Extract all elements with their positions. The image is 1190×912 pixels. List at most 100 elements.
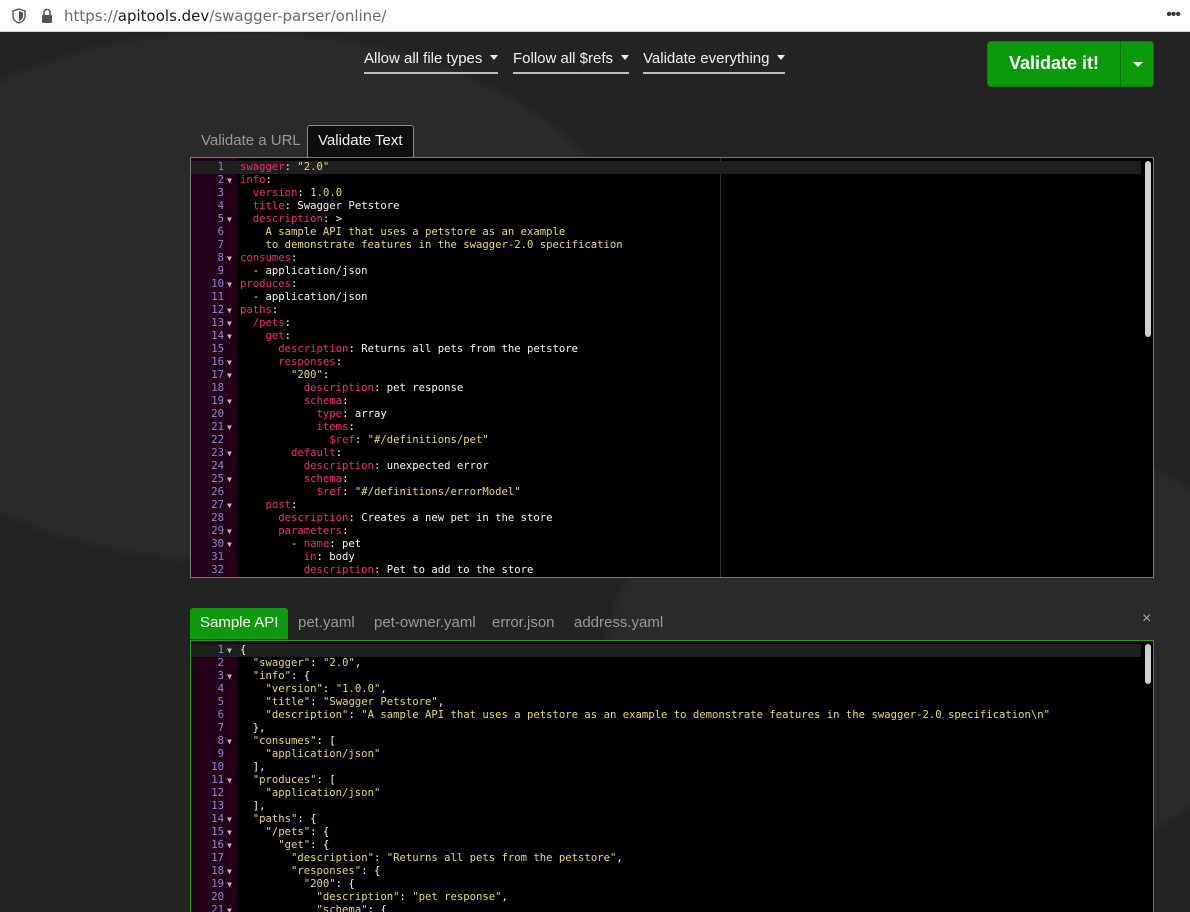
shield-icon[interactable] — [12, 8, 26, 24]
code-line[interactable]: 2 "swagger": "2.0", — [191, 657, 1141, 670]
tab-pet-owner-yaml[interactable]: pet-owner.yaml — [374, 614, 476, 631]
code-line[interactable]: 20 type: array — [191, 408, 1141, 421]
code-line[interactable]: 17 "description": "Returns all pets from… — [191, 852, 1141, 865]
fold-arrow-icon[interactable]: ▼ — [227, 839, 232, 852]
code-line[interactable]: 5 ▼ description: > — [191, 213, 1141, 226]
code-line[interactable]: 12 ▼ paths: — [191, 304, 1141, 317]
fold-arrow-icon[interactable]: ▼ — [227, 813, 232, 826]
code-line[interactable]: 16 ▼ "get": { — [191, 839, 1141, 852]
code-line[interactable]: 4 "version": "1.0.0", — [191, 683, 1141, 696]
fold-arrow-icon[interactable]: ▼ — [227, 670, 232, 683]
fold-arrow-icon[interactable]: ▼ — [227, 774, 232, 787]
json-editor-scrollbar[interactable] — [1145, 644, 1151, 684]
tab-validate-text[interactable]: Validate Text — [307, 125, 414, 157]
code-line[interactable]: 4 title: Swagger Petstore — [191, 200, 1141, 213]
code-line[interactable]: 16 ▼ responses: — [191, 356, 1141, 369]
code-line[interactable]: 1 ▼ { — [191, 644, 1141, 657]
code-line[interactable]: 15 description: Returns all pets from th… — [191, 343, 1141, 356]
tab-validate-url[interactable]: Validate a URL — [201, 132, 301, 149]
fold-arrow-icon[interactable]: ▼ — [227, 356, 232, 369]
fold-arrow-icon[interactable]: ▼ — [227, 278, 232, 291]
yaml-editor-scrollbar[interactable] — [1145, 161, 1151, 337]
file-types-select[interactable]: Allow all file types — [364, 50, 499, 74]
code-line[interactable]: 7 to demonstrate features in the swagger… — [191, 239, 1141, 252]
code-line[interactable]: 6 "description": "A sample API that uses… — [191, 709, 1141, 722]
code-line[interactable]: 26 $ref: "#/definitions/errorModel" — [191, 486, 1141, 499]
code-line[interactable]: 11 - application/json — [191, 291, 1141, 304]
fold-arrow-icon[interactable]: ▼ — [227, 252, 232, 265]
code-line[interactable]: 1 swagger: "2.0" — [191, 161, 1141, 174]
fold-arrow-icon[interactable]: ▼ — [227, 304, 232, 317]
code-line[interactable]: 23 ▼ default: — [191, 447, 1141, 460]
fold-arrow-icon[interactable]: ▼ — [227, 525, 232, 538]
code-line[interactable]: 29 ▼ parameters: — [191, 525, 1141, 538]
code-line[interactable]: 21 ▼ items: — [191, 421, 1141, 434]
code-line[interactable]: 27 ▼ post: — [191, 499, 1141, 512]
fold-arrow-icon[interactable]: ▼ — [227, 735, 232, 748]
code-line[interactable]: 13 ], — [191, 800, 1141, 813]
code-line[interactable]: 24 description: unexpected error — [191, 460, 1141, 473]
fold-arrow-icon[interactable]: ▼ — [227, 330, 232, 343]
code-line[interactable]: 10 ▼ produces: — [191, 278, 1141, 291]
code-line[interactable]: 28 description: Creates a new pet in the… — [191, 512, 1141, 525]
fold-arrow-icon[interactable]: ▼ — [227, 826, 232, 839]
lock-icon[interactable] — [40, 8, 54, 24]
validate-button[interactable]: Validate it! — [988, 42, 1120, 86]
validate-mode-select[interactable]: Validate everything — [643, 50, 786, 74]
code-line[interactable]: 9 "application/json" — [191, 748, 1141, 761]
code-line[interactable]: 30 ▼ - name: pet — [191, 538, 1141, 551]
code-line[interactable]: 12 "application/json" — [191, 787, 1141, 800]
fold-arrow-icon[interactable]: ▼ — [227, 473, 232, 486]
code-line[interactable]: 15 ▼ "/pets": { — [191, 826, 1141, 839]
tab-pet-yaml[interactable]: pet.yaml — [298, 614, 355, 631]
code-line[interactable]: 6 A sample API that uses a petstore as a… — [191, 226, 1141, 239]
refs-select[interactable]: Follow all $refs — [513, 50, 630, 74]
code-line[interactable]: 10 ], — [191, 761, 1141, 774]
validate-dropdown-toggle[interactable] — [1120, 42, 1154, 86]
fold-arrow-icon[interactable]: ▼ — [227, 538, 232, 551]
code-line[interactable]: 20 "description": "pet response", — [191, 891, 1141, 904]
code-line[interactable]: 19 ▼ "200": { — [191, 878, 1141, 891]
close-icon[interactable]: × — [1142, 610, 1151, 628]
code-line[interactable]: 3 ▼ "info": { — [191, 670, 1141, 683]
code-line[interactable]: 17 ▼ "200": — [191, 369, 1141, 382]
code-line[interactable]: 14 ▼ get: — [191, 330, 1141, 343]
code-line[interactable]: 14 ▼ "paths": { — [191, 813, 1141, 826]
code-line[interactable]: 9 - application/json — [191, 265, 1141, 278]
code-line[interactable]: 8 ▼ consumes: — [191, 252, 1141, 265]
more-menu-icon[interactable]: ••• — [1166, 6, 1181, 24]
code-line[interactable]: 11 ▼ "produces": [ — [191, 774, 1141, 787]
fold-arrow-icon[interactable]: ▼ — [227, 499, 232, 512]
fold-arrow-icon[interactable]: ▼ — [227, 317, 232, 330]
code-line[interactable]: 13 ▼ /pets: — [191, 317, 1141, 330]
code-line[interactable]: 8 ▼ "consumes": [ — [191, 735, 1141, 748]
code-line[interactable]: 22 $ref: "#/definitions/pet" — [191, 434, 1141, 447]
code-line[interactable]: 2 ▼ info: — [191, 174, 1141, 187]
tab-address-yaml[interactable]: address.yaml — [574, 614, 663, 631]
fold-arrow-icon[interactable]: ▼ — [227, 644, 232, 657]
code-line[interactable]: 18 description: pet response — [191, 382, 1141, 395]
fold-arrow-icon[interactable]: ▼ — [227, 865, 232, 878]
yaml-editor[interactable]: 1 swagger: "2.0" 2 ▼ info: 3 version: 1.0.0 4 … — [190, 157, 1154, 578]
code-line[interactable]: 21 ▼ "schema": { — [191, 904, 1141, 912]
code-line[interactable]: 18 ▼ "responses": { — [191, 865, 1141, 878]
code-line[interactable]: 7 }, — [191, 722, 1141, 735]
code-line[interactable]: 5 "title": "Swagger Petstore", — [191, 696, 1141, 709]
code-line[interactable]: 32 description: Pet to add to the store — [191, 564, 1141, 577]
tab-error-json[interactable]: error.json — [492, 614, 555, 631]
fold-arrow-icon[interactable]: ▼ — [227, 369, 232, 382]
fold-arrow-icon[interactable]: ▼ — [227, 174, 232, 187]
tab-sample-api[interactable]: Sample API — [190, 608, 289, 639]
fold-arrow-icon[interactable]: ▼ — [227, 904, 232, 912]
code-line[interactable]: 19 ▼ schema: — [191, 395, 1141, 408]
fold-arrow-icon[interactable]: ▼ — [227, 213, 232, 226]
fold-arrow-icon[interactable]: ▼ — [227, 878, 232, 891]
json-editor[interactable]: 1 ▼{2 "swagger": "2.0", 3 ▼ "info": {4 "ver… — [190, 640, 1154, 912]
fold-arrow-icon[interactable]: ▼ — [227, 395, 232, 408]
code-line[interactable]: 31 in: body — [191, 551, 1141, 564]
fold-arrow-icon[interactable]: ▼ — [227, 447, 232, 460]
code-line[interactable]: 3 version: 1.0.0 — [191, 187, 1141, 200]
fold-arrow-icon[interactable]: ▼ — [227, 421, 232, 434]
url-field[interactable]: https://apitools.dev/swagger-parser/onli… — [64, 6, 386, 26]
code-line[interactable]: 25 ▼ schema: — [191, 473, 1141, 486]
